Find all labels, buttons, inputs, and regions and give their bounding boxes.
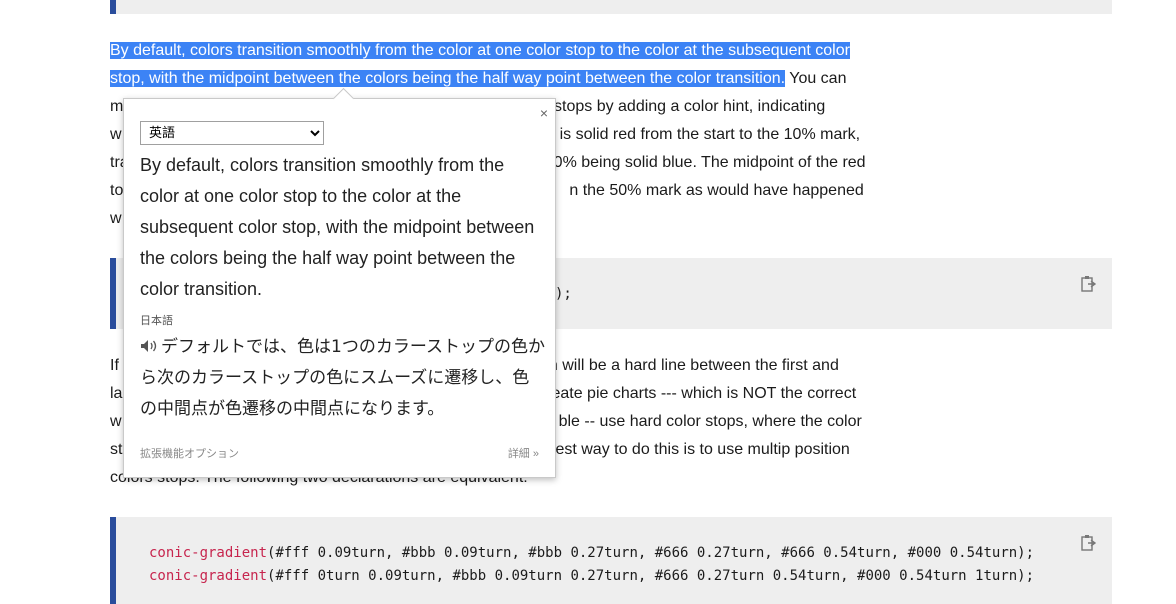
code-line-2: conic-gradient(#fff 0turn 0.09turn, #bbb… <box>149 568 1035 584</box>
translation-popup: × 英語 By default, colors transition smoot… <box>123 87 556 478</box>
code-line-1: conic-gradient(#fff 0.09turn, #bbb 0.09t… <box>149 545 1035 561</box>
translation-text: デフォルトでは、色は1つのカラーストップの色から次のカラーストップの色にスムーズ… <box>140 337 545 419</box>
code-line: ); <box>555 286 572 302</box>
code-block-bottom: conic-gradient(#fff 0.09turn, #bbb 0.09t… <box>110 517 1112 604</box>
selected-text-line1: By default, colors transition smoothly f… <box>110 42 850 59</box>
target-language-label: 日本語 <box>140 315 173 327</box>
clipboard-copy-icon[interactable] <box>1080 534 1096 552</box>
clipboard-copy-icon[interactable] <box>1080 275 1096 293</box>
selected-text-line2: stop, with the midpoint between the colo… <box>110 70 786 87</box>
speaker-icon[interactable] <box>140 339 158 353</box>
para1-line2: stop, with the midpoint between the colo… <box>110 70 847 87</box>
extension-options-link[interactable]: 拡張機能オプション <box>140 445 239 461</box>
source-language-select[interactable]: 英語 <box>140 121 324 145</box>
close-button[interactable]: × <box>540 105 548 121</box>
source-text: By default, colors transition smoothly f… <box>140 155 535 299</box>
details-link[interactable]: 詳細 » <box>508 445 539 461</box>
code-block-top <box>110 0 1112 14</box>
para1-line1: By default, colors transition smoothly f… <box>110 37 870 65</box>
